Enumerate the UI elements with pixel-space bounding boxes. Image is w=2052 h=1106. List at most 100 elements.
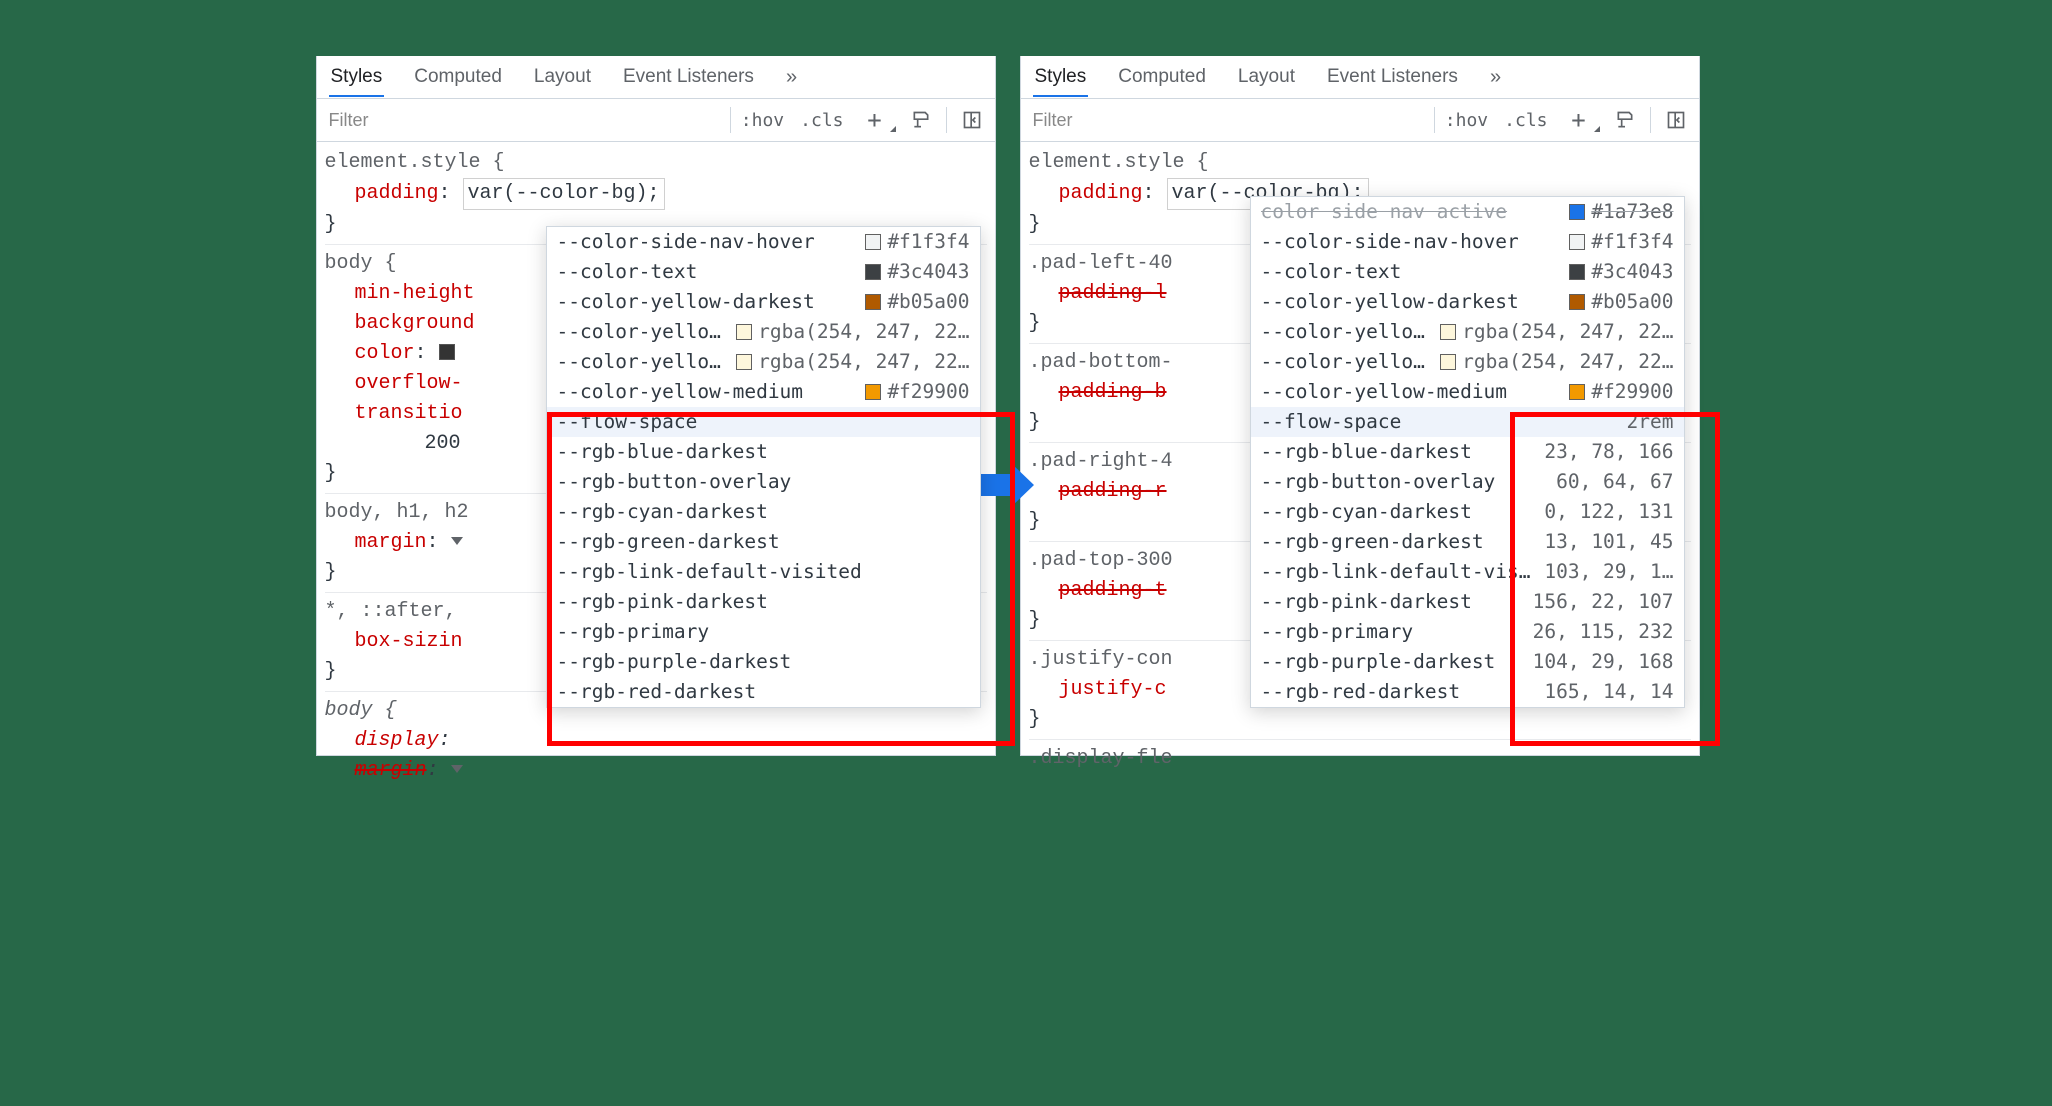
- cls-button[interactable]: .cls: [792, 102, 851, 138]
- tabs-overflow-icon[interactable]: »: [784, 59, 801, 96]
- property-transition[interactable]: transitio: [355, 402, 463, 425]
- tabs-overflow-icon[interactable]: »: [1488, 59, 1505, 96]
- property-padding-bottom[interactable]: padding-b: [1059, 381, 1167, 404]
- tab-styles[interactable]: Styles: [1033, 59, 1089, 97]
- autocomplete-option[interactable]: --rgb-primary26, 115, 232: [1251, 617, 1684, 647]
- property-display[interactable]: display: [355, 729, 439, 752]
- autocomplete-option[interactable]: --rgb-red-darkest165, 14, 14: [1251, 677, 1684, 707]
- autocomplete-option[interactable]: --rgb-primary: [547, 617, 980, 647]
- autocomplete-option[interactable]: --rgb-red-darkest: [547, 677, 980, 707]
- autocomplete-option[interactable]: --rgb-blue-darkest23, 78, 166: [1251, 437, 1684, 467]
- property-justify-content[interactable]: justify-c: [1059, 678, 1167, 701]
- option-name: --rgb-pink-darkest: [557, 587, 970, 617]
- autocomplete-option[interactable]: --color-yellow-medium#f29900: [547, 377, 980, 407]
- rule[interactable]: .display-fle: [1029, 744, 1691, 778]
- autocomplete-option[interactable]: --rgb-button-overlay: [547, 467, 980, 497]
- autocomplete-option[interactable]: --rgb-cyan-darkest: [547, 497, 980, 527]
- rule[interactable]: body { display: margin:: [325, 696, 987, 790]
- hover-state-button[interactable]: :hov: [733, 102, 792, 138]
- rendering-emulations-button[interactable]: [898, 102, 944, 138]
- tabs: Styles Computed Layout Event Listeners »: [317, 56, 995, 99]
- transition-value[interactable]: 200: [425, 432, 461, 455]
- option-value: #f1f3f4: [855, 227, 969, 257]
- autocomplete-option[interactable]: --rgb-blue-darkest: [547, 437, 980, 467]
- rendering-emulations-button[interactable]: [1602, 102, 1648, 138]
- autocomplete-option[interactable]: --flow-space: [547, 407, 980, 437]
- selector[interactable]: element.style {: [325, 148, 987, 178]
- autocomplete-option[interactable]: --rgb-pink-darkest156, 22, 107: [1251, 587, 1684, 617]
- option-value: 104, 29, 168: [1523, 647, 1674, 677]
- computed-sidebar-toggle-button[interactable]: [949, 102, 995, 138]
- property-box-sizing[interactable]: box-sizin: [355, 630, 463, 653]
- option-name: --rgb-primary: [1261, 617, 1523, 647]
- option-name: --rgb-purple-darkest: [557, 647, 970, 677]
- property-padding[interactable]: padding: [1059, 182, 1143, 205]
- autocomplete-option[interactable]: --color-side-nav-hover#f1f3f4: [1251, 227, 1684, 257]
- autocomplete-option[interactable]: --flow-space2rem: [1251, 407, 1684, 437]
- tab-event-listeners[interactable]: Event Listeners: [621, 59, 756, 95]
- autocomplete-option[interactable]: --rgb-cyan-darkest0, 122, 131: [1251, 497, 1684, 527]
- filter-input[interactable]: [1021, 110, 1432, 131]
- expand-icon[interactable]: [451, 537, 463, 545]
- autocomplete-option[interactable]: --rgb-pink-darkest: [547, 587, 980, 617]
- property-padding-left[interactable]: padding-l: [1059, 282, 1167, 305]
- separator: [1650, 107, 1651, 133]
- new-style-rule-button[interactable]: +: [1556, 102, 1602, 138]
- property-overflow[interactable]: overflow-: [355, 372, 463, 395]
- property-min-height[interactable]: min-height: [355, 282, 475, 305]
- property-padding-top[interactable]: padding-t: [1059, 579, 1167, 602]
- tab-layout[interactable]: Layout: [532, 59, 593, 95]
- computed-sidebar-toggle-button[interactable]: [1653, 102, 1699, 138]
- selector[interactable]: .display-fle: [1029, 744, 1691, 774]
- tab-layout[interactable]: Layout: [1236, 59, 1297, 95]
- color-swatch[interactable]: [439, 344, 455, 360]
- property-padding-right[interactable]: padding-r: [1059, 480, 1167, 503]
- autocomplete-option[interactable]: --color-text#3c4043: [1251, 257, 1684, 287]
- hover-state-button[interactable]: :hov: [1437, 102, 1496, 138]
- autocomplete-option[interactable]: --color-yellow-darkest#b05a00: [547, 287, 980, 317]
- color-swatch-icon: [736, 354, 752, 370]
- autocomplete-option[interactable]: --color-yellow-ligh…rgba(254, 247, 22…: [547, 347, 980, 377]
- option-value: 13, 101, 45: [1534, 527, 1673, 557]
- value-editor[interactable]: var(--color-bg);: [463, 178, 665, 210]
- property-padding[interactable]: padding: [355, 182, 439, 205]
- option-name: --rgb-link-default-visited…: [1261, 557, 1535, 587]
- property-background[interactable]: background: [355, 312, 475, 335]
- tab-computed[interactable]: Computed: [1116, 59, 1208, 95]
- autocomplete-option[interactable]: --rgb-purple-darkest104, 29, 168: [1251, 647, 1684, 677]
- autocomplete-option[interactable]: --color-yellow-medium#f29900: [1251, 377, 1684, 407]
- autocomplete-option[interactable]: --color-side-nav-hover#f1f3f4: [547, 227, 980, 257]
- property-color[interactable]: color: [355, 342, 415, 365]
- autocomplete-option[interactable]: --rgb-purple-darkest: [547, 647, 980, 677]
- autocomplete-option[interactable]: --color-yellow-lig…rgba(254, 247, 22…: [1251, 317, 1684, 347]
- autocomplete-option[interactable]: --rgb-link-default-visited…103, 29, 1…: [1251, 557, 1684, 587]
- autocomplete-option[interactable]: --color-yellow-darkest#b05a00: [1251, 287, 1684, 317]
- option-name: --color-yellow-lig…: [557, 317, 727, 347]
- option-name: --color-yellow-darkest: [1261, 287, 1560, 317]
- autocomplete-option[interactable]: --rgb-green-darkest13, 101, 45: [1251, 527, 1684, 557]
- autocomplete-dropdown[interactable]: color side nav active#1a73e8--color-side…: [1250, 196, 1685, 708]
- autocomplete-option[interactable]: --color-text#3c4043: [547, 257, 980, 287]
- autocomplete-option[interactable]: color side nav active#1a73e8: [1251, 197, 1684, 227]
- autocomplete-dropdown[interactable]: --color-side-nav-hover#f1f3f4--color-tex…: [546, 226, 981, 708]
- property-margin[interactable]: margin: [355, 759, 427, 782]
- filter-input[interactable]: [317, 110, 728, 131]
- option-value: #3c4043: [1559, 257, 1673, 287]
- autocomplete-option[interactable]: --color-yellow-lig…rgba(254, 247, 22…: [547, 317, 980, 347]
- color-swatch-icon: [865, 294, 881, 310]
- expand-icon[interactable]: [451, 765, 463, 773]
- cls-button[interactable]: .cls: [1496, 102, 1555, 138]
- autocomplete-option[interactable]: --color-yellow-ligh…rgba(254, 247, 22…: [1251, 347, 1684, 377]
- property-margin[interactable]: margin: [355, 531, 427, 554]
- selector[interactable]: element.style {: [1029, 148, 1691, 178]
- autocomplete-option[interactable]: --rgb-green-darkest: [547, 527, 980, 557]
- new-style-rule-button[interactable]: +: [852, 102, 898, 138]
- devtools-pane-right: Styles Computed Layout Event Listeners »…: [1020, 56, 1700, 756]
- tab-styles[interactable]: Styles: [329, 59, 385, 97]
- option-name: --color-yellow-ligh…: [1261, 347, 1431, 377]
- tab-computed[interactable]: Computed: [412, 59, 504, 95]
- styles-toolbar: :hov .cls +: [317, 99, 995, 142]
- autocomplete-option[interactable]: --rgb-button-overlay60, 64, 67: [1251, 467, 1684, 497]
- tab-event-listeners[interactable]: Event Listeners: [1325, 59, 1460, 95]
- autocomplete-option[interactable]: --rgb-link-default-visited: [547, 557, 980, 587]
